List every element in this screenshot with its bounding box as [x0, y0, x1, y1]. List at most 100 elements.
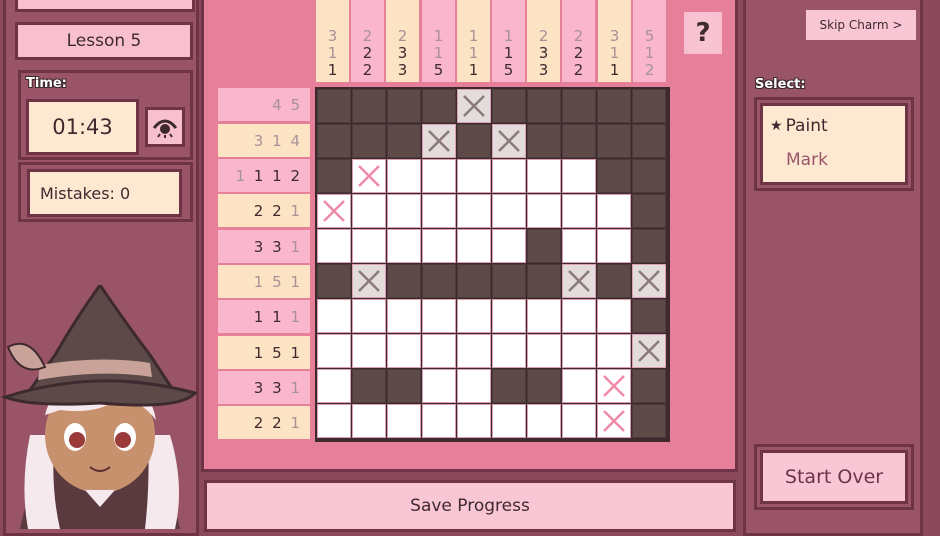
grid-cell[interactable]: [492, 369, 526, 403]
grid-cell[interactable]: [387, 334, 421, 368]
grid-cell[interactable]: [422, 334, 456, 368]
grid-cell[interactable]: [632, 229, 666, 263]
grid-cell[interactable]: [527, 264, 561, 298]
grid-cell[interactable]: [352, 369, 386, 403]
grid-cell[interactable]: [492, 404, 526, 438]
grid-cell[interactable]: [352, 159, 386, 193]
grid-cell[interactable]: [422, 194, 456, 228]
grid-cell[interactable]: [632, 299, 666, 333]
grid-cell[interactable]: [352, 264, 386, 298]
grid-cell[interactable]: [597, 159, 631, 193]
grid-cell[interactable]: [562, 194, 596, 228]
grid-cell[interactable]: [317, 229, 351, 263]
grid-cell[interactable]: [492, 229, 526, 263]
grid-cell[interactable]: [317, 124, 351, 158]
grid-cell[interactable]: [352, 89, 386, 123]
grid-cell[interactable]: [597, 194, 631, 228]
grid-cell[interactable]: [492, 89, 526, 123]
grid-cell[interactable]: [317, 369, 351, 403]
grid-cell[interactable]: [597, 124, 631, 158]
grid-cell[interactable]: [422, 124, 456, 158]
tool-mark[interactable]: Mark: [786, 150, 828, 170]
grid-cell[interactable]: [387, 299, 421, 333]
grid-cell[interactable]: [387, 229, 421, 263]
grid-cell[interactable]: [527, 229, 561, 263]
grid-cell[interactable]: [492, 334, 526, 368]
grid-cell[interactable]: [387, 194, 421, 228]
grid-cell[interactable]: [632, 264, 666, 298]
grid-cell[interactable]: [317, 334, 351, 368]
grid-cell[interactable]: [597, 264, 631, 298]
grid-cell[interactable]: [527, 369, 561, 403]
grid-cell[interactable]: [527, 334, 561, 368]
grid-cell[interactable]: [457, 264, 491, 298]
grid-cell[interactable]: [422, 369, 456, 403]
grid-cell[interactable]: [492, 159, 526, 193]
grid-cell[interactable]: [527, 124, 561, 158]
grid-cell[interactable]: [352, 194, 386, 228]
grid-cell[interactable]: [527, 89, 561, 123]
grid-cell[interactable]: [352, 404, 386, 438]
grid-cell[interactable]: [457, 369, 491, 403]
grid-cell[interactable]: [597, 369, 631, 403]
grid-cell[interactable]: [387, 124, 421, 158]
grid-cell[interactable]: [562, 369, 596, 403]
grid-cell[interactable]: [387, 404, 421, 438]
grid-cell[interactable]: [632, 334, 666, 368]
grid-cell[interactable]: [527, 159, 561, 193]
grid-cell[interactable]: [562, 334, 596, 368]
grid-cell[interactable]: [422, 229, 456, 263]
grid-cell[interactable]: [457, 159, 491, 193]
grid-cell[interactable]: [562, 159, 596, 193]
grid-cell[interactable]: [352, 124, 386, 158]
grid-cell[interactable]: [597, 334, 631, 368]
grid-cell[interactable]: [352, 334, 386, 368]
grid-cell[interactable]: [457, 404, 491, 438]
grid-cell[interactable]: [597, 299, 631, 333]
tool-paint[interactable]: ★ Paint: [770, 116, 828, 136]
hint-eye-button[interactable]: [145, 107, 185, 147]
grid-cell[interactable]: [527, 299, 561, 333]
grid-cell[interactable]: [632, 124, 666, 158]
grid-cell[interactable]: [317, 404, 351, 438]
grid-cell[interactable]: [457, 299, 491, 333]
grid-cell[interactable]: [457, 89, 491, 123]
grid-cell[interactable]: [352, 299, 386, 333]
grid-cell[interactable]: [597, 404, 631, 438]
help-button[interactable]: ?: [684, 12, 722, 54]
grid-cell[interactable]: [352, 229, 386, 263]
grid-cell[interactable]: [457, 124, 491, 158]
grid-cell[interactable]: [422, 89, 456, 123]
grid-cell[interactable]: [632, 159, 666, 193]
grid-cell[interactable]: [562, 89, 596, 123]
grid-cell[interactable]: [387, 159, 421, 193]
grid-cell[interactable]: [317, 264, 351, 298]
grid-cell[interactable]: [632, 369, 666, 403]
grid-cell[interactable]: [317, 159, 351, 193]
grid-cell[interactable]: [422, 264, 456, 298]
grid-cell[interactable]: [562, 264, 596, 298]
grid-cell[interactable]: [317, 194, 351, 228]
grid-cell[interactable]: [492, 124, 526, 158]
grid-cell[interactable]: [387, 89, 421, 123]
grid-cell[interactable]: [632, 194, 666, 228]
save-progress-button[interactable]: Save Progress: [204, 480, 736, 532]
grid-cell[interactable]: [492, 264, 526, 298]
grid-cell[interactable]: [422, 404, 456, 438]
grid-cell[interactable]: [632, 89, 666, 123]
grid-cell[interactable]: [387, 369, 421, 403]
grid-cell[interactable]: [422, 159, 456, 193]
grid-cell[interactable]: [387, 264, 421, 298]
grid-cell[interactable]: [597, 229, 631, 263]
grid-cell[interactable]: [562, 124, 596, 158]
grid-cell[interactable]: [457, 334, 491, 368]
grid-cell[interactable]: [562, 229, 596, 263]
grid-cell[interactable]: [457, 229, 491, 263]
grid-cell[interactable]: [492, 194, 526, 228]
grid-cell[interactable]: [317, 299, 351, 333]
grid-cell[interactable]: [527, 194, 561, 228]
skip-charm-button[interactable]: Skip Charm >: [806, 10, 916, 40]
grid-cell[interactable]: [317, 89, 351, 123]
grid-cell[interactable]: [422, 299, 456, 333]
grid-cell[interactable]: [457, 194, 491, 228]
